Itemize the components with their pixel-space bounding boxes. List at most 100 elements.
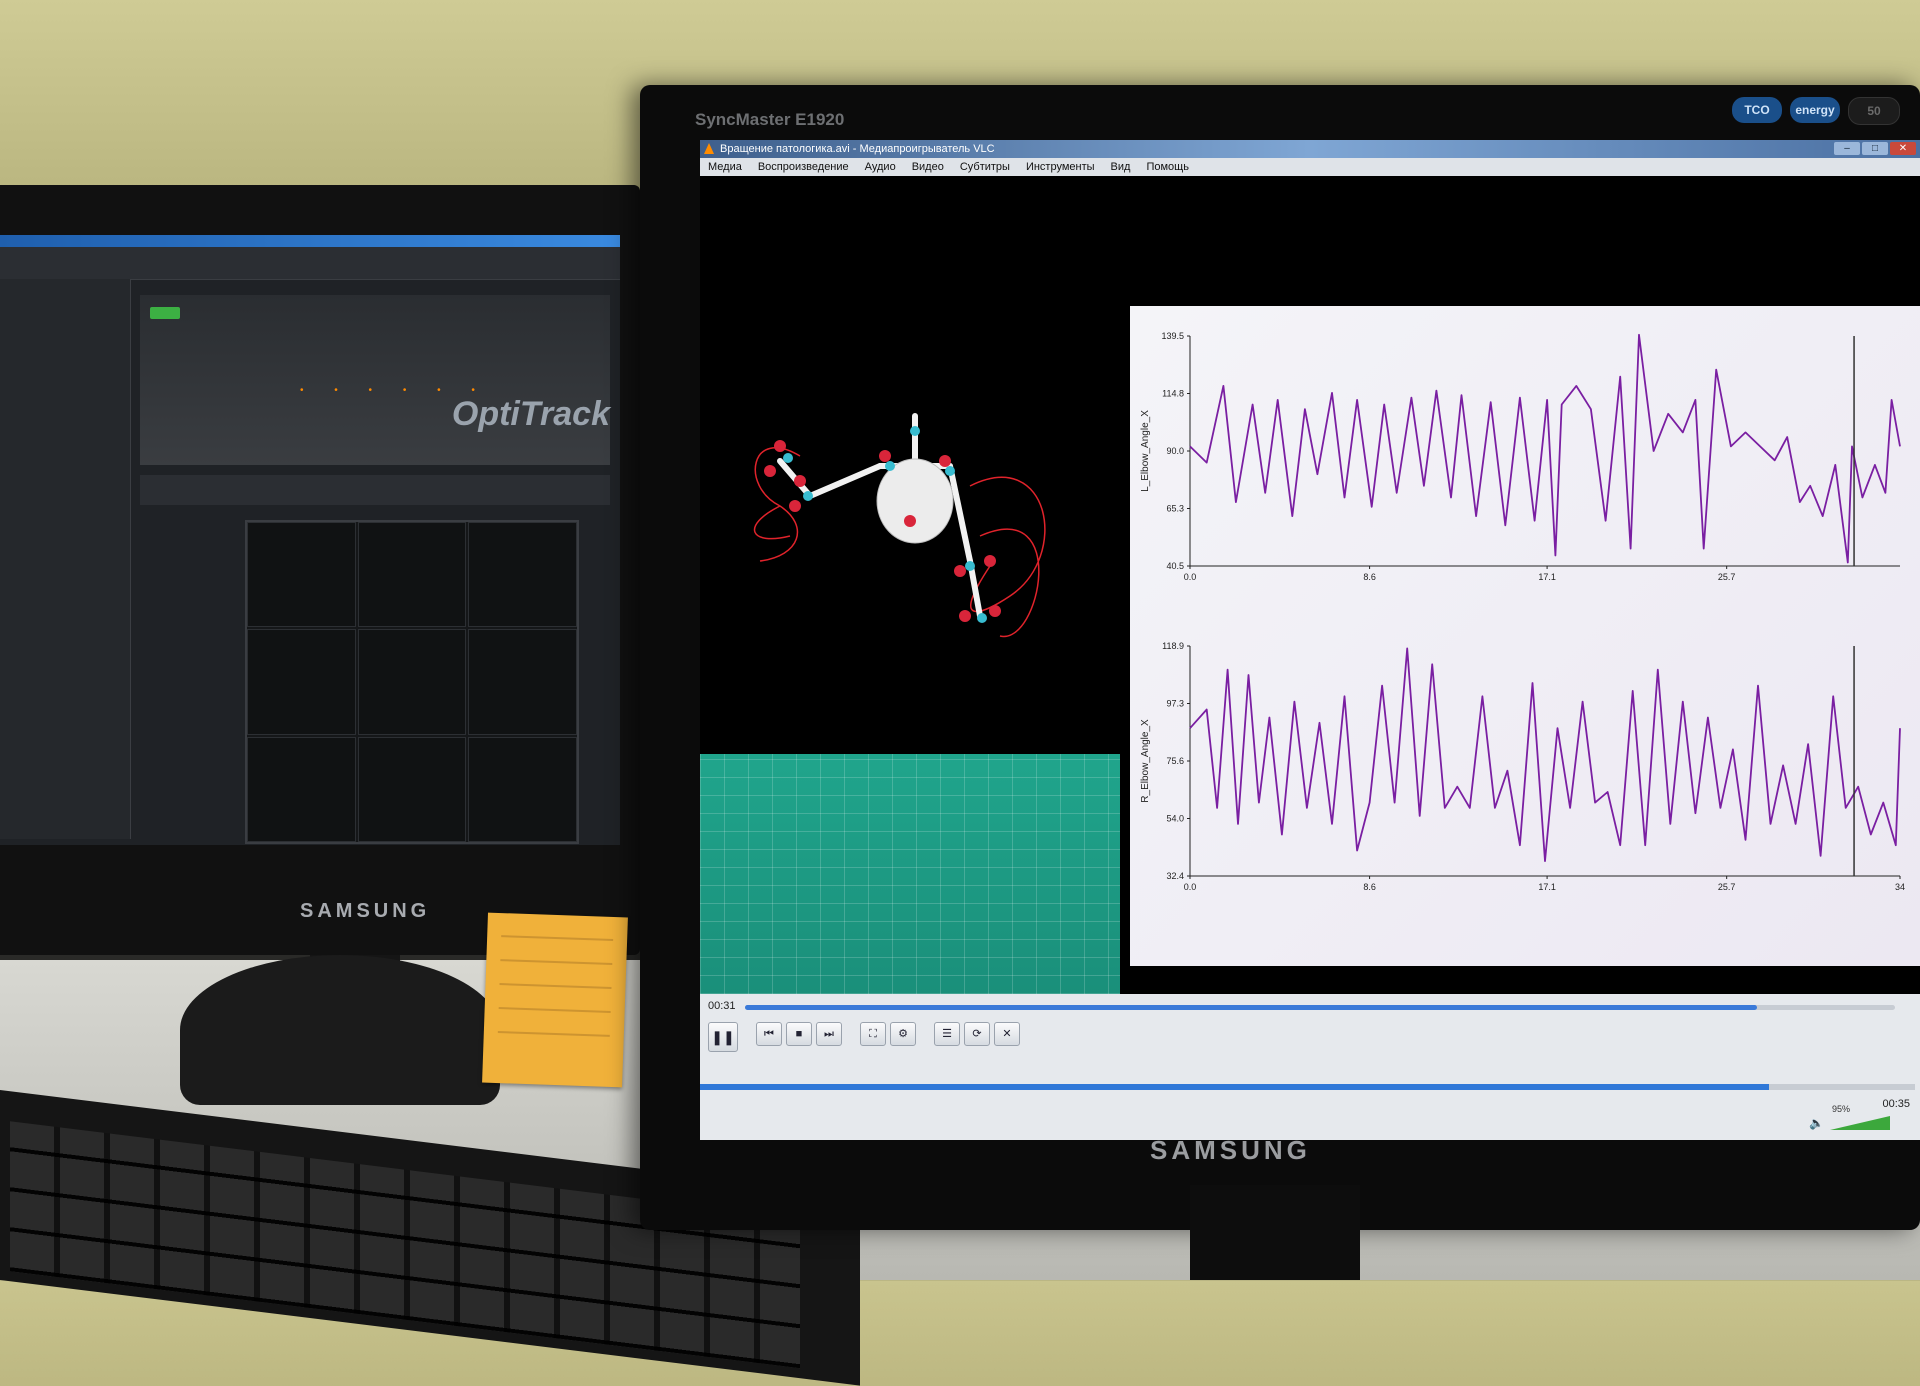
close-button[interactable]: ✕ — [1890, 142, 1916, 155]
menu-view[interactable]: Вид — [1111, 158, 1131, 176]
x-tick-label: 25.7 — [1718, 882, 1736, 892]
monitor-badges: TCO energy 50 — [1732, 97, 1900, 125]
elbow-angle-charts: 139.5114.890.065.340.50.0 8.6 17.1 25.7L_El… — [1140, 331, 1905, 892]
y-tick-label: 54.0 — [1166, 814, 1184, 824]
vlc-menubar: Медиа Воспроизведение Аудио Видео Субтит… — [700, 158, 1920, 176]
vlc-cone-icon — [704, 143, 714, 154]
x-tick-label: 0.0 — [1184, 882, 1197, 892]
loop-button[interactable]: ⟳ — [964, 1022, 990, 1046]
monitor-badge-right: 50 — [1848, 97, 1900, 125]
menu-subtitles[interactable]: Субтитры — [960, 158, 1010, 176]
vlc-controls: 00:31 ❚❚ ⏮ ■ ⏭ ⛶ ⚙ ☰ ⟳ ✕ 00:35 95% 🔈 — [700, 994, 1920, 1140]
y-tick-label: 75.6 — [1166, 756, 1184, 766]
marker — [879, 450, 891, 462]
optitrack-logo: OptiTrack — [451, 395, 610, 433]
skeleton-3d-model — [753, 413, 1046, 637]
x-tick-label: 17.1 — [1538, 882, 1556, 892]
volume-percent: 95% — [1831, 1104, 1850, 1114]
marker — [774, 440, 786, 452]
camera-view[interactable] — [357, 736, 467, 842]
live-indicator[interactable] — [150, 307, 180, 319]
extended-settings-button[interactable]: ⚙ — [890, 1022, 916, 1046]
volume-control[interactable]: 95% 🔈 — [1809, 1104, 1890, 1130]
camera-view[interactable] — [247, 736, 356, 842]
marker — [959, 610, 971, 622]
marker — [803, 491, 813, 501]
menu-tools[interactable]: Инструменты — [1026, 158, 1095, 176]
shuffle-button[interactable]: ✕ — [994, 1022, 1020, 1046]
x-tick-label: 8.6 — [1363, 882, 1376, 892]
speaker-icon[interactable]: 🔈 — [1809, 1116, 1824, 1130]
menu-audio[interactable]: Аудио — [865, 158, 896, 176]
stop-button[interactable]: ■ — [786, 1022, 812, 1046]
y-tick-label: 97.3 — [1166, 699, 1184, 709]
menu-media[interactable]: Медиа — [708, 158, 742, 176]
marker — [984, 555, 996, 567]
pause-button[interactable]: ❚❚ — [708, 1022, 738, 1052]
menu-help[interactable]: Помощь — [1146, 158, 1189, 176]
bone — [947, 463, 973, 564]
camera-view[interactable] — [247, 522, 356, 628]
next-button[interactable]: ⏭ — [816, 1022, 842, 1046]
y-tick-label: 40.5 — [1166, 561, 1184, 571]
left-monitor-screen: • • • • • • OptiTrack — [0, 235, 620, 845]
progress-bar-fill — [700, 1084, 1770, 1090]
x-tick-label: 0.0 — [1184, 572, 1197, 582]
menu-playback[interactable]: Воспроизведение — [758, 158, 849, 176]
x-tick-label: 17.1 — [1538, 572, 1556, 582]
right-monitor-brand: SAMSUNG — [1150, 1135, 1311, 1165]
camera-view[interactable] — [247, 629, 356, 735]
playlist-button[interactable]: ☰ — [934, 1022, 960, 1046]
marker — [783, 453, 793, 463]
vlc-window: Вращение патологика.avi - Медиапроигрыва… — [700, 140, 1920, 1140]
marker — [885, 461, 895, 471]
camera-view[interactable] — [468, 522, 577, 628]
marker — [904, 515, 916, 527]
menu-video[interactable]: Видео — [912, 158, 944, 176]
elbow-angle-graph-panel: 139.5 114.8 90.0 65.3 40.5 0.0 8.6 17.1 25.7 L_El… — [1130, 306, 1920, 966]
marker — [954, 565, 966, 577]
y-tick-label: 32.4 — [1166, 871, 1184, 881]
seek-bar[interactable] — [745, 1005, 1895, 1010]
marker — [977, 613, 987, 623]
vlc-titlebar[interactable]: Вращение патологика.avi - Медиапроигрыва… — [700, 140, 1920, 158]
monitor-model-label: SyncMaster E1920 — [695, 110, 845, 129]
marker — [989, 605, 1001, 617]
bone — [807, 463, 883, 499]
y-tick-label: 114.8 — [1162, 389, 1184, 399]
camera-view[interactable] — [468, 629, 577, 735]
marker — [939, 455, 951, 467]
camera-view[interactable] — [357, 522, 467, 628]
teal-floor-grid — [700, 754, 1120, 994]
camera-grid — [245, 520, 579, 844]
left-app-3d-viewport[interactable]: • • • • • • OptiTrack — [140, 295, 610, 465]
minimize-button[interactable]: – — [1834, 142, 1860, 155]
right-monitor: SyncMaster E1920 TCO energy 50 Вращение … — [640, 85, 1920, 1230]
series-line — [1189, 333, 1901, 564]
left-app-toolbar[interactable] — [0, 247, 620, 280]
window-buttons: – □ ✕ — [1834, 142, 1916, 155]
y-tick-label: 139.5 — [1161, 331, 1184, 341]
marker — [764, 465, 776, 477]
left-monitor-stand — [180, 955, 500, 1105]
left-app-sidebar[interactable] — [0, 279, 131, 839]
camera-view[interactable] — [357, 629, 467, 735]
tco-badge: TCO — [1732, 97, 1782, 123]
y-tick-label: 65.3 — [1166, 504, 1184, 514]
maximize-button[interactable]: □ — [1862, 142, 1888, 155]
volume-slider[interactable] — [1830, 1116, 1890, 1130]
previous-button[interactable]: ⏮ — [756, 1022, 782, 1046]
time-total: 00:35 — [1882, 1098, 1910, 1110]
chart-0: 139.5 114.8 90.0 65.3 40.50.0 8.6 17.1 25.7 L_El… — [1140, 331, 1901, 582]
vlc-window-title: Вращение патологика.avi - Медиапроигрыва… — [720, 143, 995, 155]
camera-panel-header — [140, 475, 610, 505]
progress-bar[interactable] — [700, 1084, 1915, 1090]
fullscreen-button[interactable]: ⛶ — [860, 1022, 886, 1046]
video-area[interactable]: 139.5 114.8 90.0 65.3 40.5 0.0 8.6 17.1 25.7 L_El… — [700, 176, 1920, 994]
camera-view[interactable] — [468, 736, 577, 842]
x-tick-label: 25.7 — [1718, 572, 1736, 582]
series-line — [1189, 647, 1901, 862]
